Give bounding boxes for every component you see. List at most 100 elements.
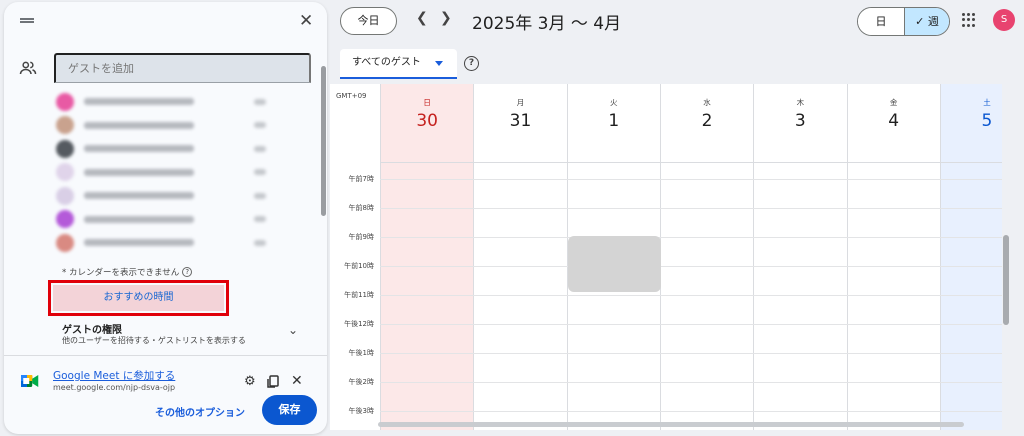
view-week-button[interactable]: ✓ 週 (904, 8, 949, 35)
guest-status-redacted (254, 239, 266, 246)
day-of-week-label: 日 (423, 98, 431, 107)
highlight-frame: おすすめの時間 (48, 280, 229, 316)
gear-icon[interactable]: ⚙ (244, 375, 256, 389)
chevron-down-icon[interactable]: ⌄ (288, 323, 298, 337)
guest-filter-label: すべてのゲスト (352, 57, 421, 68)
chevron-right-icon[interactable]: ❯ (440, 10, 452, 26)
guest-avatar (56, 116, 74, 135)
day-number[interactable]: 1 (568, 111, 660, 131)
day-header[interactable]: 日 30 (381, 84, 473, 148)
day-of-week-label: 木 (796, 98, 805, 107)
guest-avatar (56, 186, 74, 205)
event-guest-panel: ✕ * カレンダーを表示できません ? おすすめの時間 ゲストの権限 他のユーザ… (4, 2, 327, 434)
guest-list-item[interactable] (56, 208, 266, 232)
guest-avatar (56, 92, 74, 111)
copy-icon[interactable] (266, 375, 280, 389)
day-header[interactable]: 土5 (941, 84, 1002, 148)
day-number[interactable]: 2 (661, 111, 753, 131)
guest-filter-dropdown[interactable]: すべてのゲスト (340, 49, 457, 79)
add-guest-input[interactable] (54, 53, 311, 83)
guest-list (56, 90, 266, 255)
guest-list-item[interactable] (56, 137, 266, 161)
panel-scrollbar[interactable] (321, 66, 326, 216)
day-column[interactable]: 木3 (753, 84, 846, 430)
day-number[interactable]: 5 (941, 111, 1002, 131)
avatar[interactable]: S (993, 9, 1015, 31)
guest-list-item[interactable] (56, 161, 266, 185)
guest-permissions-title[interactable]: ゲストの権限 (62, 321, 122, 336)
vertical-scrollbar[interactable] (1003, 235, 1009, 325)
hour-label: 午後1時 (348, 349, 374, 357)
week-calendar-grid: GMT+09 日 30 月 31 火 1 水 2 木 3 金 4 土 5 午前7時 午前8時 午前9時 午前10… (330, 84, 1002, 430)
help-icon[interactable]: ? (464, 56, 479, 71)
people-icon (19, 61, 37, 75)
google-meet-icon (21, 375, 39, 387)
hour-label: 午後2時 (348, 378, 374, 386)
guest-avatar (56, 233, 74, 252)
hour-gridline (380, 382, 1002, 383)
guest-status-redacted (254, 98, 266, 105)
guest-permissions-summary: 他のユーザーを招待する・ゲストリストを表示する (62, 336, 246, 345)
check-icon: ✓ (915, 15, 925, 28)
guest-status-redacted (254, 216, 266, 223)
guest-list-item[interactable] (56, 184, 266, 208)
calendar-note-text: * カレンダーを表示できません (62, 268, 180, 278)
guest-avatar (56, 163, 74, 182)
date-range-title: 2025年 3月 〜 4月 (472, 14, 622, 34)
day-column[interactable]: 土5 (939, 84, 1002, 430)
day-column[interactable]: 日 30 (380, 84, 474, 430)
day-number[interactable]: 31 (474, 111, 566, 131)
suggested-time-button[interactable]: おすすめの時間 (53, 285, 224, 311)
guest-list-item[interactable] (56, 231, 266, 255)
day-header[interactable]: 木3 (754, 84, 846, 148)
apps-grid-icon[interactable] (962, 13, 976, 27)
guest-name-redacted (84, 239, 194, 247)
day-header[interactable]: 火1 (568, 84, 660, 148)
day-of-week-label: 月 (516, 98, 525, 107)
view-switcher: 日 ✓ 週 (857, 7, 950, 36)
hour-label: 午前8時 (348, 204, 374, 212)
day-header[interactable]: 月 31 (474, 84, 566, 148)
hour-label: 午前7時 (348, 175, 374, 183)
save-button[interactable]: 保存 (262, 395, 317, 425)
guest-name-redacted (84, 192, 194, 200)
guest-status-redacted (254, 122, 266, 129)
close-icon[interactable]: ✕ (299, 11, 313, 31)
guest-name-redacted (84, 168, 194, 176)
day-number[interactable]: 3 (754, 111, 846, 131)
hour-gridline (380, 179, 1002, 180)
guest-name-redacted (84, 145, 194, 153)
help-icon[interactable]: ? (182, 267, 193, 277)
day-header[interactable]: 金4 (848, 84, 940, 148)
hour-gridline (380, 353, 1002, 354)
day-number[interactable]: 4 (848, 111, 940, 131)
horizontal-scrollbar[interactable] (378, 422, 964, 427)
day-number[interactable]: 30 (381, 111, 473, 131)
join-google-meet-link[interactable]: Google Meet に参加する (53, 368, 175, 383)
more-options-button[interactable]: その他のオプション (155, 404, 245, 419)
guest-status-redacted (254, 192, 266, 199)
hour-gridline (380, 295, 1002, 296)
day-column[interactable]: 金4 (846, 84, 940, 430)
all-day-divider (380, 162, 1002, 163)
drag-handle-icon[interactable] (20, 18, 34, 23)
chevron-left-icon[interactable]: ❮ (416, 10, 428, 26)
day-of-week-label: 火 (609, 98, 618, 107)
hour-label: 午前10時 (344, 262, 374, 270)
remove-meet-icon[interactable]: ✕ (291, 374, 303, 388)
day-header[interactable]: 水2 (661, 84, 753, 148)
today-button[interactable]: 今日 (340, 7, 397, 35)
day-column[interactable]: 水2 (659, 84, 753, 430)
guest-status-redacted (254, 169, 266, 176)
guest-list-item[interactable] (56, 90, 266, 114)
guest-name-redacted (84, 98, 194, 106)
day-column[interactable]: 月 31 (473, 84, 566, 430)
hour-gridline (380, 324, 1002, 325)
view-day-button[interactable]: 日 (858, 8, 904, 35)
hour-label: 午前9時 (348, 233, 374, 241)
guest-list-item[interactable] (56, 114, 266, 138)
meet-url: meet.google.com/njp-dsva-ojp (53, 383, 176, 392)
guest-name-redacted (84, 121, 194, 129)
suggested-time-slot[interactable] (568, 236, 661, 292)
guest-name-redacted (84, 215, 194, 223)
